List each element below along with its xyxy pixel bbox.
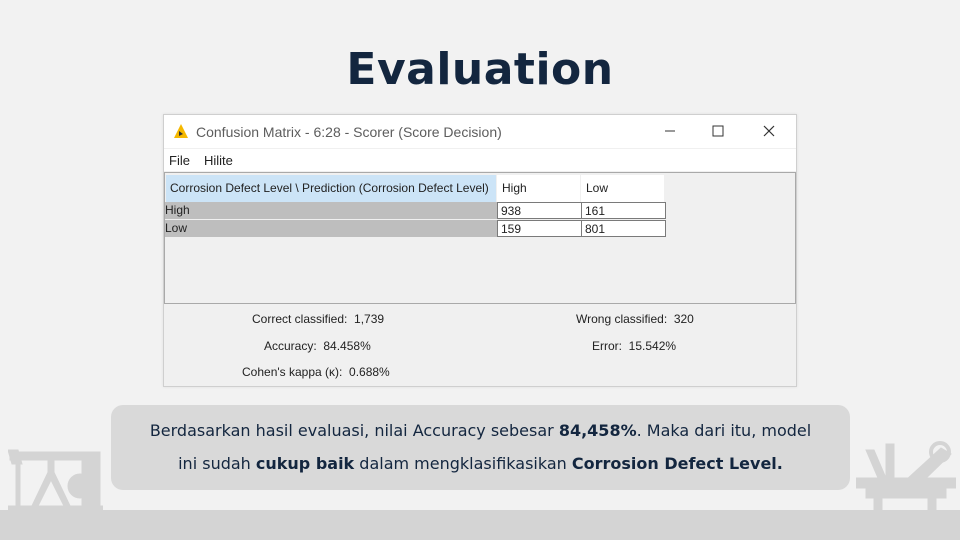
caption-text: dalam mengklasifikasikan — [354, 454, 572, 473]
column-header-low[interactable]: Low — [581, 175, 664, 202]
error-label: Error: — [592, 339, 622, 353]
matrix-panel: Corrosion Defect Level \ Prediction (Cor… — [164, 172, 796, 304]
wrong-classified-value: 320 — [673, 312, 694, 326]
caption-text: . Maka dari itu, model — [636, 421, 812, 440]
confusion-matrix-window: Confusion Matrix - 6:28 - Scorer (Score … — [163, 114, 797, 387]
column-header-high[interactable]: High — [497, 175, 580, 202]
accuracy-value: 84.458% — [323, 339, 371, 353]
knime-scorer-icon — [173, 123, 189, 139]
error-value: 15.542% — [628, 339, 677, 353]
window-title: Confusion Matrix - 6:28 - Scorer (Score … — [196, 124, 502, 140]
kappa-label: Cohen's kappa (κ): — [242, 365, 343, 379]
caption-text: ini sudah — [178, 454, 256, 473]
close-icon[interactable] — [753, 119, 785, 143]
menu-file[interactable]: File — [169, 153, 190, 168]
menu-hilite[interactable]: Hilite — [204, 153, 233, 168]
target-highlight: Corrosion Defect Level. — [571, 454, 783, 473]
wrong-classified: Wrong classified: 320 — [576, 312, 694, 326]
window-titlebar[interactable]: Confusion Matrix - 6:28 - Scorer (Score … — [164, 115, 796, 148]
menu-bar: File Hilite — [164, 149, 796, 171]
slide-title: Evaluation — [346, 44, 614, 95]
minimize-icon[interactable] — [654, 119, 686, 143]
conclusion-caption: Berdasarkan hasil evaluasi, nilai Accura… — [111, 405, 850, 490]
correct-classified-value: 1,739 — [354, 312, 385, 326]
cell-high-high[interactable]: 938 — [497, 202, 582, 219]
accuracy-highlight: 84,458% — [558, 421, 637, 440]
correct-classified: Correct classified: 1,739 — [252, 312, 384, 326]
cell-low-high[interactable]: 159 — [497, 220, 582, 237]
cohens-kappa: Cohen's kappa (κ): 0.688% — [242, 365, 390, 379]
offshore-rig-icon — [856, 441, 956, 512]
caption-line-2: ini sudah cukup baik dalam mengklasifika… — [111, 447, 850, 480]
cell-high-low[interactable]: 161 — [581, 202, 666, 219]
wrong-classified-label: Wrong classified: — [576, 312, 668, 326]
oil-pumpjack-icon — [8, 449, 103, 512]
kappa-value: 0.688% — [349, 365, 390, 379]
correct-classified-label: Correct classified: — [252, 312, 348, 326]
maximize-icon[interactable] — [702, 119, 734, 143]
accuracy-label: Accuracy: — [264, 339, 317, 353]
ground-strip — [0, 510, 960, 540]
row-header-low[interactable]: Low — [165, 220, 497, 237]
row-header-high[interactable]: High — [165, 202, 497, 219]
caption-text: Berdasarkan hasil evaluasi, nilai Accura… — [149, 421, 559, 440]
error: Error: 15.542% — [592, 339, 676, 353]
caption-line-1: Berdasarkan hasil evaluasi, nilai Accura… — [111, 414, 850, 447]
matrix-corner-header[interactable]: Corrosion Defect Level \ Prediction (Cor… — [166, 175, 496, 202]
cell-low-low[interactable]: 801 — [581, 220, 666, 237]
result-highlight: cukup baik — [255, 454, 355, 473]
accuracy: Accuracy: 84.458% — [264, 339, 371, 353]
